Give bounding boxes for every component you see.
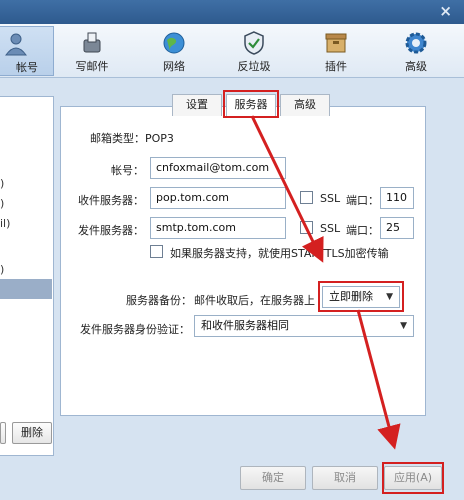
list-item[interactable]: ) — [0, 263, 4, 276]
close-icon[interactable]: × — [439, 2, 452, 20]
toolbar-item-plugins[interactable]: 插件 — [308, 26, 364, 76]
outgoing-ssl-checkbox[interactable] — [300, 221, 313, 234]
toolbar-label: 帐号 — [16, 61, 38, 74]
outgoing-server-label: 发件服务器： — [78, 224, 144, 237]
highlight-backup-select — [318, 281, 404, 312]
toolbar-label: 插件 — [325, 60, 347, 73]
toolbar-label: 反垃圾 — [237, 60, 271, 73]
toolbar-item-compose[interactable]: 写邮件 — [64, 26, 120, 76]
account-field[interactable]: cnfoxmail@tom.com — [150, 157, 286, 179]
chevron-down-icon: ▼ — [400, 321, 407, 331]
toolbar-item-advanced[interactable]: 高级 — [388, 26, 444, 76]
toolbar-label: 写邮件 — [75, 60, 109, 73]
delete-account-button[interactable]: 删除 — [12, 422, 52, 444]
server-backup-label: 服务器备份： — [126, 294, 192, 307]
outgoing-port-label: 端口： — [346, 224, 379, 237]
highlight-tab-server — [223, 90, 279, 118]
starttls-label: 如果服务器支持，就使用STARTTLS加密传输 — [170, 247, 389, 260]
outgoing-server-field[interactable]: smtp.tom.com — [150, 217, 286, 239]
partial-button[interactable] — [0, 422, 6, 444]
network-globe-icon — [163, 32, 185, 54]
toolbar-label: 网络 — [163, 60, 185, 73]
tab-advanced[interactable]: 高级 — [280, 94, 330, 116]
compose-icon — [83, 32, 101, 53]
ok-button[interactable]: 确定 — [240, 466, 306, 490]
toolbar-item-antispam[interactable]: 反垃圾 — [226, 26, 282, 76]
incoming-port-label: 端口： — [346, 194, 379, 207]
outgoing-auth-select[interactable]: 和收件服务器相同 ▼ — [194, 315, 414, 337]
list-item[interactable]: ) — [0, 177, 4, 190]
incoming-server-field[interactable]: pop.tom.com — [150, 187, 286, 209]
cancel-button[interactable]: 取消 — [312, 466, 378, 490]
list-item[interactable]: il) — [0, 217, 10, 230]
mailbox-type-label: 邮箱类型：POP3 — [90, 132, 174, 145]
window-titlebar: × — [0, 0, 464, 24]
incoming-ssl-label: SSL — [320, 192, 341, 205]
selected-list-item[interactable] — [0, 279, 52, 299]
incoming-server-label: 收件服务器： — [78, 194, 144, 207]
highlight-apply-button — [382, 462, 444, 494]
tab-settings[interactable]: 设置 — [172, 94, 222, 116]
account-list-panel[interactable]: ) ) il) ) — [0, 96, 54, 456]
outgoing-auth-value: 和收件服务器相同 — [201, 319, 289, 332]
list-item[interactable]: ) — [0, 197, 4, 210]
plugin-box-icon — [325, 33, 347, 53]
starttls-checkbox[interactable] — [150, 245, 163, 258]
account-label: 帐号： — [111, 164, 144, 177]
settings-toolbar: 帐号 写邮件 网络 反垃圾 插件 高级 — [0, 24, 464, 78]
server-backup-text: 邮件收取后，在服务器上 — [194, 294, 315, 307]
outgoing-port-field[interactable]: 25 — [380, 217, 414, 239]
outgoing-auth-label: 发件服务器身份验证： — [80, 323, 190, 336]
outgoing-ssl-label: SSL — [320, 222, 341, 235]
toolbar-label: 高级 — [405, 60, 427, 73]
account-icon — [5, 33, 27, 56]
gear-icon — [405, 32, 427, 54]
incoming-port-field[interactable]: 110 — [380, 187, 414, 209]
toolbar-item-network[interactable]: 网络 — [146, 26, 202, 76]
incoming-ssl-checkbox[interactable] — [300, 191, 313, 204]
server-settings-panel — [60, 106, 426, 416]
toolbar-item-account[interactable]: 帐号 — [0, 26, 54, 76]
antispam-shield-icon — [244, 31, 264, 55]
